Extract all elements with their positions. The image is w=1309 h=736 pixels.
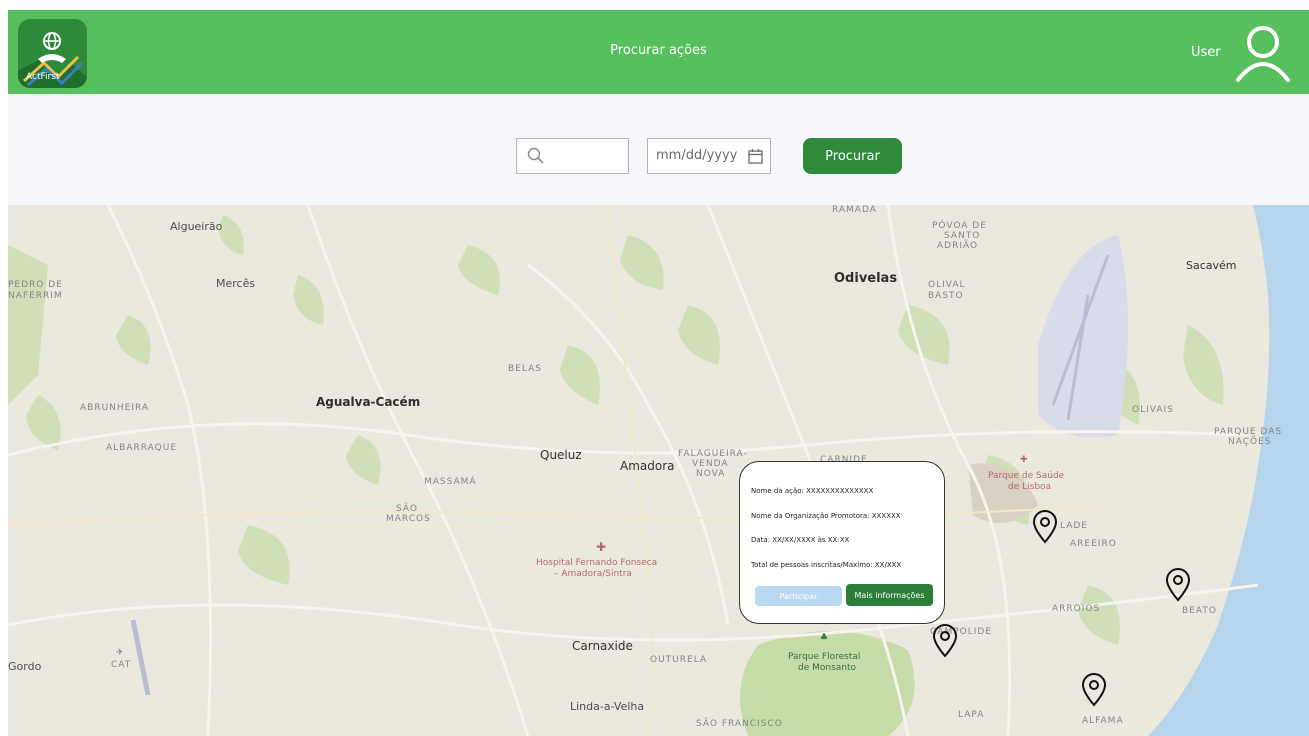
- map-label-algueirao: Algueirão: [170, 220, 223, 233]
- map-label-parque-saude-1: Parque de Saúde: [988, 471, 1065, 481]
- participate-button[interactable]: Participar: [755, 586, 842, 606]
- map-label-naferrim: NAFERRIM: [8, 291, 63, 301]
- search-icon: [527, 147, 544, 164]
- calendar-icon[interactable]: [748, 148, 763, 164]
- action-info-popup: Nome da ação: XXXXXXXXXXXXXX Nome da Org…: [739, 461, 945, 624]
- map-label-monsanto-2: de Monsanto: [798, 663, 857, 673]
- app-frame: ActFirst Procurar ações User mm/dd/yyyy …: [8, 10, 1309, 736]
- map-label-sacavem: Sacavém: [1186, 259, 1237, 272]
- map-label-olival-2: BASTO: [928, 291, 964, 301]
- map-label-hospital-2: – Amadora/Sintra: [554, 569, 632, 579]
- map-label-sao-marcos-1: SÃO: [396, 504, 418, 514]
- map-label-gordo: Gordo: [8, 660, 42, 673]
- popup-organization: Nome da Organização Promotora: XXXXXX: [751, 512, 901, 520]
- map-label-ramada: RAMADA: [832, 205, 877, 215]
- map-icon-airfield: ✈: [116, 648, 125, 658]
- map-label-sao-marcos-2: MARCOS: [386, 514, 431, 524]
- map-label-olivais: OLIVAIS: [1132, 405, 1174, 415]
- map-label-falagueira-3: NOVA: [696, 469, 726, 479]
- user-icon[interactable]: [1234, 22, 1292, 84]
- map-label-amadora: Amadora: [620, 459, 675, 473]
- map-icon-hospital-saude: ✚: [1020, 455, 1028, 465]
- map-label-falagueira-2: VENDA: [692, 459, 729, 469]
- page-title: Procurar ações: [610, 43, 707, 58]
- user-label[interactable]: User: [1191, 45, 1221, 60]
- map-label-monsanto-1: Parque Florestal: [788, 652, 861, 662]
- map-label-massama: MASSAMÁ: [424, 477, 477, 487]
- map-icon-park: ♣: [820, 633, 829, 643]
- map-icon-hospital: ✚: [596, 540, 607, 554]
- map-label-pedro-de: PEDRO DE: [8, 280, 63, 290]
- search-button[interactable]: Procurar: [803, 138, 902, 174]
- map-label-lapa: LAPA: [958, 710, 985, 720]
- map-label-povoa-2: SANTO: [944, 231, 981, 241]
- map-label-merces: Mercês: [216, 277, 256, 290]
- more-info-button[interactable]: Mais informações: [846, 584, 933, 606]
- map-label-belas: BELAS: [508, 364, 542, 374]
- popup-total-people: Total de pessoas inscritas/Maximo: XX/XX…: [751, 561, 902, 569]
- location-pin-icon[interactable]: [932, 624, 958, 658]
- popup-date: Data: XX/XX/XXXX às XX:XX: [751, 536, 850, 544]
- top-bar: ActFirst Procurar ações User: [8, 10, 1309, 94]
- location-pin-icon[interactable]: [1165, 568, 1191, 602]
- map-label-lumiar: LADE: [1060, 521, 1088, 531]
- map-label-falagueira-1: FALAGUEIRA-: [678, 449, 748, 459]
- map-label-outurela: OUTURELA: [650, 655, 708, 665]
- map-label-albarraque: ALBARRAQUE: [106, 443, 178, 453]
- map-label-linda-a-velha: Linda-a-Velha: [570, 700, 645, 713]
- map-label-parque-nacoes-2: NAÇÕES: [1228, 437, 1272, 447]
- location-pin-icon[interactable]: [1081, 673, 1107, 707]
- map-label-odivelas: Odivelas: [834, 271, 898, 286]
- map-label-povoa-1: PÓVOA DE: [932, 221, 987, 231]
- map-label-sao-francisco: SÃO FRANCISCO: [696, 719, 783, 729]
- map-label-olival-1: OLIVAL: [928, 280, 966, 290]
- map-label-cat: CAT: [111, 660, 132, 670]
- popup-action-name: Nome da ação: XXXXXXXXXXXXXX: [751, 487, 874, 495]
- map-label-areeiro: AREEIRO: [1070, 539, 1117, 549]
- map-label-parque-saude-2: de Lisboa: [1008, 482, 1052, 492]
- map-view[interactable]: Algueirão PEDRO DE NAFERRIM Mercês RAMAD…: [8, 205, 1309, 736]
- map-label-queluz: Queluz: [540, 448, 582, 462]
- map-label-parque-nacoes-1: PARQUE DAS: [1214, 427, 1283, 437]
- map-label-alfama: ALFAMA: [1082, 716, 1124, 726]
- map-label-hospital-1: Hospital Fernando Fonseca: [536, 558, 658, 568]
- search-input[interactable]: [551, 144, 627, 170]
- location-pin-icon[interactable]: [1032, 510, 1058, 544]
- logo-text: ActFirst: [26, 72, 60, 82]
- map-label-carnaxide: Carnaxide: [572, 639, 633, 653]
- map-label-beato: BEATO: [1182, 606, 1217, 616]
- map-label-arroios: ARROIOS: [1052, 604, 1101, 614]
- date-placeholder: mm/dd/yyyy: [656, 148, 738, 163]
- map-label-povoa-3: ADRIÃO: [937, 241, 979, 251]
- map-label-agualva-cacem: Agualva-Cacém: [316, 395, 421, 409]
- search-field[interactable]: [516, 138, 629, 174]
- date-field[interactable]: mm/dd/yyyy: [647, 138, 771, 174]
- map-label-abrunheira: ABRUNHEIRA: [80, 403, 150, 413]
